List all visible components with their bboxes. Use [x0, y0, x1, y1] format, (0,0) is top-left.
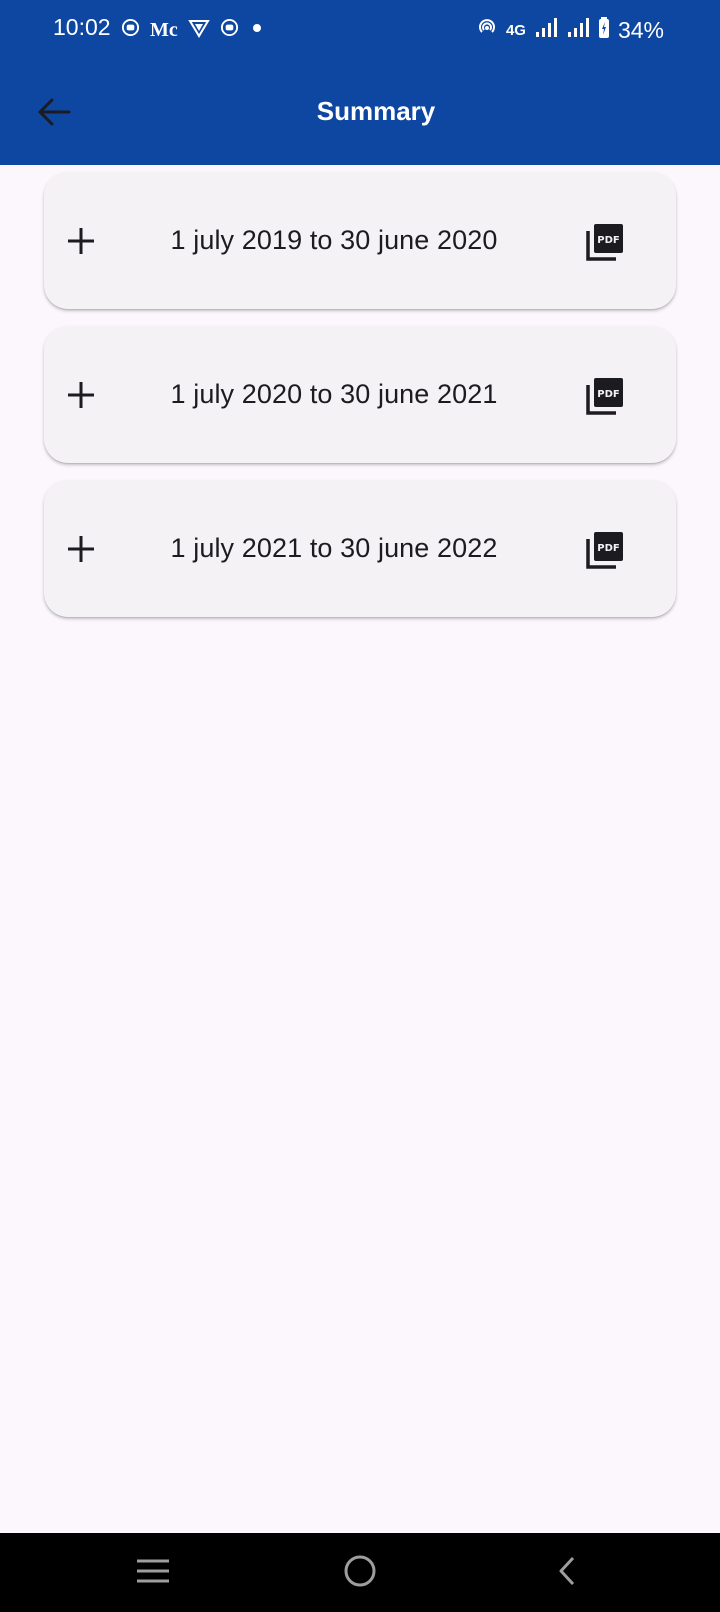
page-title: Summary: [316, 96, 436, 126]
plus-icon[interactable]: [66, 226, 96, 256]
home-icon: [343, 1554, 377, 1593]
signal-icon: [534, 17, 558, 44]
period-card[interactable]: 1 july 2020 to 30 june 2021 PDF: [44, 326, 676, 463]
status-bar: 10:02 Mc 4G 34%: [0, 0, 720, 62]
home-button[interactable]: [334, 1547, 386, 1599]
pdf-icon[interactable]: PDF: [585, 530, 625, 570]
back-icon: [556, 1556, 578, 1591]
vpn-icon: [187, 18, 210, 43]
battery-icon: [598, 16, 610, 44]
plus-icon[interactable]: [66, 380, 96, 410]
recents-icon: [136, 1558, 170, 1589]
record-icon: [121, 18, 140, 42]
period-label: 1 july 2019 to 30 june 2020: [170, 225, 498, 255]
svg-text:PDF: PDF: [597, 389, 619, 400]
system-nav-bar: [0, 1533, 720, 1612]
network-type: 4G: [505, 21, 526, 39]
period-label: 1 july 2021 to 30 june 2022: [170, 533, 498, 563]
nav-back-button[interactable]: [541, 1547, 593, 1599]
period-label: 1 july 2020 to 30 june 2021: [170, 379, 498, 409]
record-icon: [220, 18, 239, 42]
hotspot-icon: [476, 17, 498, 44]
pdf-icon[interactable]: PDF: [585, 376, 625, 416]
period-list: 1 july 2019 to 30 june 2020 PDF 1 july 2…: [44, 172, 676, 634]
status-notification-icons: Mc: [121, 16, 265, 44]
recents-button[interactable]: [127, 1547, 179, 1599]
dot-icon: [249, 20, 265, 41]
period-card[interactable]: 1 july 2021 to 30 june 2022 PDF: [44, 480, 676, 617]
period-card[interactable]: 1 july 2019 to 30 june 2020 PDF: [44, 172, 676, 309]
plus-icon[interactable]: [66, 534, 96, 564]
carrier-badge: Mc: [150, 18, 178, 41]
battery-percent: 34%: [617, 16, 664, 43]
signal-icon: [566, 17, 590, 44]
status-system-icons: 4G 34%: [476, 16, 664, 44]
pdf-icon[interactable]: PDF: [585, 222, 625, 262]
status-time: 10:02: [53, 14, 111, 40]
svg-text:PDF: PDF: [597, 543, 619, 554]
app-bar: 10:02 Mc 4G 34% Summary: [0, 0, 720, 165]
svg-text:PDF: PDF: [597, 235, 619, 246]
